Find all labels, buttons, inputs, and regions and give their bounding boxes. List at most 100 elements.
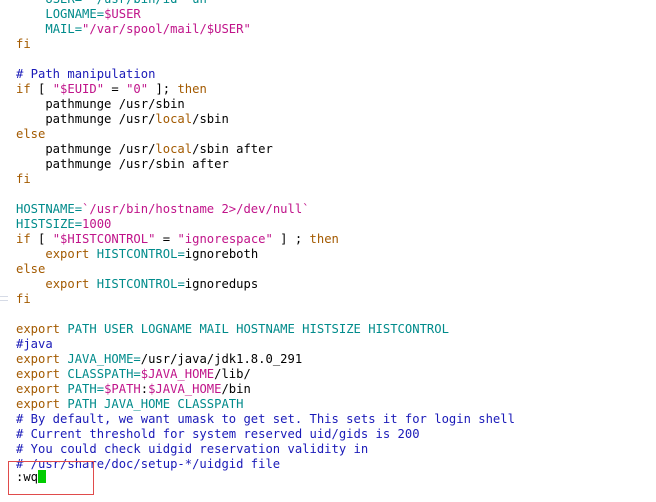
- code-buffer[interactable]: USER="`/usr/bin/id -un`" LOGNAME=$USER M…: [16, 0, 515, 472]
- code-token: CLASSPATH=: [67, 367, 141, 381]
- code-token: =: [104, 82, 127, 96]
- code-token: ];: [148, 82, 178, 96]
- code-line: pathmunge /usr/local/sbin: [16, 112, 515, 127]
- code-token: =: [155, 232, 178, 246]
- code-token: else: [16, 262, 46, 276]
- code-line: fi: [16, 37, 515, 52]
- code-line: if [ "$EUID" = "0" ]; then: [16, 82, 515, 97]
- code-line: USER="`/usr/bin/id -un`": [16, 0, 515, 7]
- code-line: # Current threshold for system reserved …: [16, 427, 515, 442]
- code-token: fi: [16, 292, 31, 306]
- code-line: HOSTNAME=`/usr/bin/hostname 2>/dev/null`: [16, 202, 515, 217]
- code-token: export: [45, 277, 90, 291]
- code-token: # By default, we want umask to get set. …: [16, 412, 515, 426]
- code-token: pathmunge /usr/: [16, 142, 156, 156]
- code-token: 1000: [82, 217, 112, 231]
- code-token: PATH USER LOGNAME MAIL HOSTNAME HISTSIZE…: [60, 322, 449, 336]
- code-token: LOGNAME=: [45, 7, 105, 21]
- code-token: then: [309, 232, 339, 246]
- code-token: "/var/spool/mail/$USER": [82, 22, 251, 36]
- code-token: then: [177, 82, 207, 96]
- code-line: pathmunge /usr/sbin after: [16, 157, 515, 172]
- code-line: fi: [16, 292, 515, 307]
- code-token: ignoreboth: [184, 247, 259, 261]
- code-line: else: [16, 127, 515, 142]
- code-line: export PATH USER LOGNAME MAIL HOSTNAME H…: [16, 322, 515, 337]
- code-token: $PATH: [104, 382, 141, 396]
- code-token: :: [140, 382, 149, 396]
- code-token: $JAVA_HOME: [140, 367, 215, 381]
- gutter-marker: [0, 296, 8, 297]
- code-token: export: [16, 322, 61, 336]
- annotation-highlight-box: [8, 461, 94, 495]
- vim-editor[interactable]: USER="`/usr/bin/id -un`" LOGNAME=$USER M…: [0, 0, 656, 502]
- code-token: JAVA_HOME=: [67, 352, 141, 366]
- code-token: [: [30, 82, 53, 96]
- code-token: if: [16, 232, 31, 246]
- code-token: ] ;: [272, 232, 310, 246]
- code-token: HISTCONTROL=: [96, 277, 185, 291]
- code-token: local: [155, 112, 193, 126]
- code-token: export: [45, 247, 90, 261]
- code-line: export CLASSPATH=$JAVA_HOME/lib/: [16, 367, 515, 382]
- code-line: pathmunge /usr/local/sbin after: [16, 142, 515, 157]
- code-line: # Path manipulation: [16, 67, 515, 82]
- code-line: # By default, we want umask to get set. …: [16, 412, 515, 427]
- code-line: export JAVA_HOME=/usr/java/jdk1.8.0_291: [16, 352, 515, 367]
- code-token: [: [30, 232, 53, 246]
- code-token: /sbin after: [192, 142, 273, 156]
- code-token: PATH JAVA_HOME CLASSPATH: [60, 397, 244, 411]
- code-token: "$EUID": [52, 82, 105, 96]
- code-token: local: [155, 142, 193, 156]
- code-token: "$HISTCONTROL": [52, 232, 156, 246]
- code-token: HISTSIZE=: [16, 217, 83, 231]
- code-token: /lib/: [214, 367, 251, 381]
- code-line: export PATH=$PATH:$JAVA_HOME/bin: [16, 382, 515, 397]
- code-line: export PATH JAVA_HOME CLASSPATH: [16, 397, 515, 412]
- gutter-marker: [0, 300, 8, 301]
- code-token: HOSTNAME=: [16, 202, 83, 216]
- code-line: else: [16, 262, 515, 277]
- code-line: pathmunge /usr/sbin: [16, 97, 515, 112]
- code-token: fi: [16, 172, 31, 186]
- code-token: #java: [16, 337, 53, 351]
- code-token: export: [16, 397, 61, 411]
- code-token: # Path manipulation: [16, 67, 156, 81]
- code-token: HISTCONTROL=: [96, 247, 185, 261]
- code-token: "ignorespace": [177, 232, 273, 246]
- code-token: if: [16, 82, 31, 96]
- code-token: export: [16, 382, 61, 396]
- code-token: pathmunge /usr/sbin: [16, 97, 185, 111]
- code-token: /usr/java/jdk1.8.0_291: [140, 352, 303, 366]
- code-token: else: [16, 127, 46, 141]
- code-token: ignoredups: [184, 277, 259, 291]
- code-line: # You could check uidgid reservation val…: [16, 442, 515, 457]
- code-line: fi: [16, 172, 515, 187]
- code-token: export: [16, 352, 61, 366]
- code-token: $JAVA_HOME: [148, 382, 222, 396]
- code-token: # You could check uidgid reservation val…: [16, 442, 369, 456]
- code-token: /bin: [221, 382, 251, 396]
- code-token: fi: [16, 37, 31, 51]
- code-token: # Current threshold for system reserved …: [16, 427, 420, 441]
- code-token: "0": [126, 82, 149, 96]
- code-token: PATH=: [67, 382, 105, 396]
- code-token: `/usr/bin/hostname 2>/dev/null`: [82, 202, 310, 216]
- code-token: pathmunge /usr/sbin after: [16, 157, 229, 171]
- code-token: MAIL=: [45, 22, 83, 36]
- code-token: pathmunge /usr/: [16, 112, 156, 126]
- code-line: HISTSIZE=1000: [16, 217, 515, 232]
- code-token: /sbin: [192, 112, 229, 126]
- code-token: export: [16, 367, 61, 381]
- code-line: export HISTCONTROL=ignoreboth: [16, 247, 515, 262]
